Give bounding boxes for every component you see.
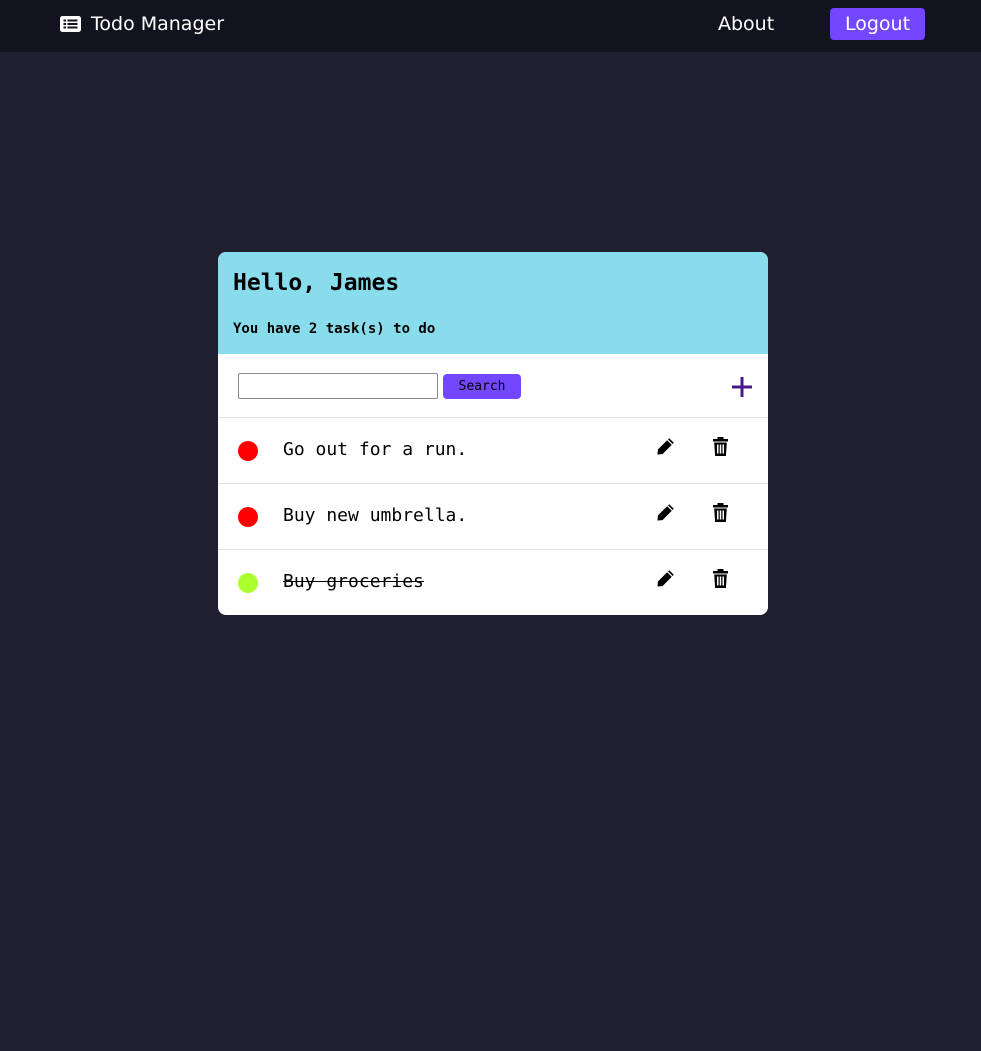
search-button[interactable]: Search: [443, 374, 521, 399]
greeting-heading: Hello, James: [233, 270, 400, 296]
logout-button[interactable]: Logout: [830, 8, 925, 40]
plus-icon[interactable]: [730, 375, 754, 399]
about-link[interactable]: About: [718, 12, 774, 36]
task-text: Buy groceries: [283, 571, 424, 592]
list-icon: [60, 16, 81, 32]
task-row: Buy groceries: [218, 550, 768, 615]
status-toggle[interactable]: [238, 441, 258, 461]
task-text: Buy new umbrella.: [283, 505, 468, 526]
top-navbar: Todo Manager About Logout: [0, 0, 981, 52]
trash-icon[interactable]: [713, 503, 728, 522]
search-input[interactable]: [238, 373, 438, 399]
pencil-icon[interactable]: [656, 569, 675, 588]
task-text: Go out for a run.: [283, 439, 468, 460]
brand-link[interactable]: Todo Manager: [60, 12, 224, 36]
search-bar: Search: [218, 354, 768, 418]
task-count-text: You have 2 task(s) to do: [233, 321, 436, 337]
trash-icon[interactable]: [713, 437, 728, 456]
status-toggle[interactable]: [238, 507, 258, 527]
pencil-icon[interactable]: [656, 503, 675, 522]
pencil-icon[interactable]: [656, 437, 675, 456]
trash-icon[interactable]: [713, 569, 728, 588]
status-toggle[interactable]: [238, 573, 258, 593]
task-row: Buy new umbrella.: [218, 484, 768, 550]
card-header: Hello, James You have 2 task(s) to do: [218, 252, 768, 354]
brand-text: Todo Manager: [91, 13, 225, 35]
task-row: Go out for a run.: [218, 418, 768, 484]
todo-card: Hello, James You have 2 task(s) to do Se…: [218, 252, 768, 615]
